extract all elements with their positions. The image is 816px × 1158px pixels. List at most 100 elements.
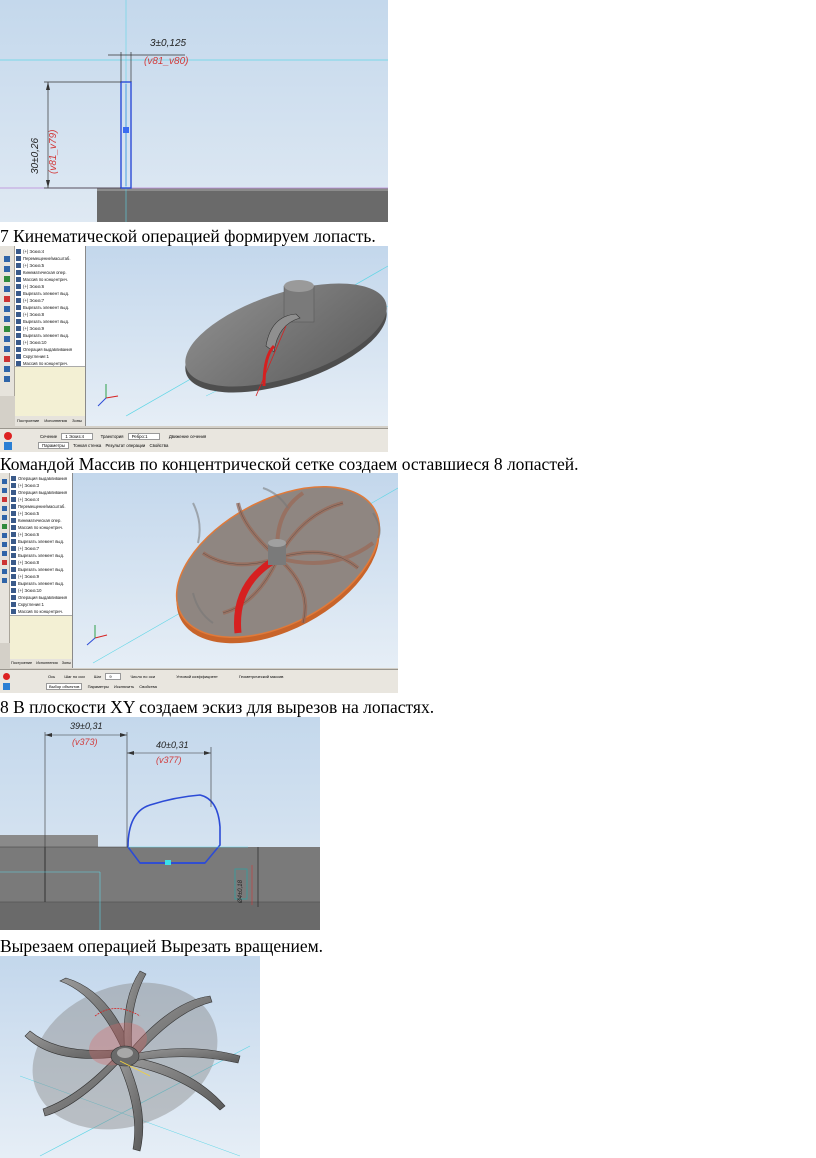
- tree-item[interactable]: Перемещение/масштаб.: [10, 503, 66, 510]
- tree-item-label: Вырезать элемент выд.: [23, 319, 70, 324]
- tree-item[interactable]: Вырезать элемент выд.: [10, 580, 64, 587]
- tree-item[interactable]: Массив по концентрич.: [15, 276, 68, 283]
- dimension-2-variable: (v377): [156, 755, 182, 765]
- tree-item[interactable]: (+) Эскиз:9: [10, 573, 39, 580]
- tree-item[interactable]: (+) Эскиз:6: [15, 283, 44, 290]
- feature-icon: [11, 609, 16, 614]
- param-tab-select-objects[interactable]: Выбор объектов: [46, 683, 83, 690]
- tree-item-label: (+) Эскиз:7: [23, 298, 45, 303]
- tree-item[interactable]: (+) Эскиз:7: [10, 545, 39, 552]
- tree-item-label: (+) Эскиз:10: [23, 340, 47, 345]
- tree-item[interactable]: Кинематическая опер.: [10, 517, 62, 524]
- param-tab-parameters[interactable]: Параметры: [88, 684, 109, 689]
- feature-icon: [11, 483, 16, 488]
- tab-construction[interactable]: Построение: [11, 661, 32, 665]
- tree-item[interactable]: Операция выдавливания: [10, 489, 67, 496]
- tree-item[interactable]: (+) Эскиз:7: [15, 297, 44, 304]
- feature-icon: [11, 504, 16, 509]
- trajectory-label: Траектория: [100, 434, 124, 439]
- tree-item[interactable]: (+) Эскиз:5: [15, 262, 44, 269]
- tree-item[interactable]: Вырезать элемент выд.: [10, 552, 64, 559]
- angle-coefficient-label: Угловой коэффициент: [176, 674, 218, 679]
- tree-item[interactable]: Вырезать элемент выд.: [15, 304, 69, 311]
- model-tree-panel: Операция выдавливания (+) Эскиз:3 Операция…: [10, 473, 73, 668]
- cad-window-screenshot-2: Операция выдавливания (+) Эскиз:3 Операция…: [0, 473, 398, 693]
- tree-item-label: Перемещение/масштаб.: [18, 504, 66, 509]
- tree-item-label: (+) Эскиз:5: [18, 511, 40, 516]
- tree-item-label: (+) Эскиз:3: [18, 483, 40, 488]
- tree-item[interactable]: (+) Эскиз:9: [15, 325, 44, 332]
- tree-item-label: Вырезать элемент выд.: [23, 305, 70, 310]
- tab-zones[interactable]: Зоны: [72, 418, 82, 423]
- feature-icon: [11, 518, 16, 523]
- param-tab-result[interactable]: Результат операции: [105, 443, 145, 448]
- tree-item-label: Операция выдавливания: [23, 347, 73, 352]
- model-tree-panel: (+) Эскиз:4 Перемещение/масштаб. (+) Эскиз…: [15, 246, 86, 426]
- tree-item[interactable]: Вырезать элемент выд.: [15, 332, 69, 339]
- tab-executions[interactable]: Исполнения: [36, 661, 57, 665]
- section-motion-label: Движение сечения: [168, 434, 207, 439]
- tree-item[interactable]: (+) Эскиз:5: [10, 510, 39, 517]
- tree-item[interactable]: (+) Эскиз:4: [10, 496, 39, 503]
- cad-window-screenshot-1: (+) Эскиз:4 Перемещение/масштаб. (+) Эскиз…: [0, 246, 388, 452]
- section-field[interactable]: 1 Эскиз:4: [61, 433, 94, 440]
- tree-item-label: (+) Эскиз:9: [18, 574, 40, 579]
- tree-item[interactable]: (+) Эскиз:10: [10, 587, 41, 594]
- tree-item[interactable]: (+) Эскиз:6: [10, 531, 39, 538]
- feature-icon: [16, 333, 21, 338]
- step-label: Шаг: [93, 674, 102, 679]
- feature-icon: [11, 567, 16, 572]
- stop-icon[interactable]: [4, 432, 12, 440]
- tree-item[interactable]: Вырезать элемент выд.: [10, 566, 64, 573]
- 3d-viewport[interactable]: [73, 473, 398, 668]
- feature-icon: [11, 490, 16, 495]
- tree-item[interactable]: Вырезать элемент выд.: [10, 538, 64, 545]
- tree-item[interactable]: Кинематическая опер.: [15, 269, 67, 276]
- tree-item[interactable]: Массив по концентрич.: [10, 608, 63, 615]
- feature-icon: [11, 511, 16, 516]
- param-tab-exclude[interactable]: Исключить: [114, 684, 134, 689]
- tree-item[interactable]: (+) Эскиз:8: [15, 311, 44, 318]
- geometric-array-label: Геометрический массив: [238, 674, 284, 679]
- tree-item-label: Вырезать элемент выд.: [18, 581, 65, 586]
- tree-item[interactable]: Операция выдавливания: [15, 346, 72, 353]
- feature-icon: [11, 595, 16, 600]
- tree-item[interactable]: (+) Эскиз:3: [10, 482, 39, 489]
- trajectory-field[interactable]: Ребро:1: [127, 433, 160, 440]
- tree-item[interactable]: Операция выдавливания: [10, 475, 67, 482]
- tree-item[interactable]: (+) Эскиз:8: [10, 559, 39, 566]
- tree-item[interactable]: Массив по концентрич.: [10, 524, 63, 531]
- tree-item-label: (+) Эскиз:7: [18, 546, 40, 551]
- tree-item-label: Массив по концентрич.: [18, 609, 63, 614]
- tree-item[interactable]: Вырезать элемент выд.: [15, 290, 69, 297]
- tree-item[interactable]: Перемещение/масштаб.: [15, 255, 71, 262]
- tree-item-label: Вырезать элемент выд.: [18, 539, 65, 544]
- tree-item[interactable]: Операция выдавливания: [10, 594, 67, 601]
- feature-icon: [11, 560, 16, 565]
- feature-icon: [16, 347, 21, 352]
- tree-item-label: (+) Эскиз:4: [18, 497, 40, 502]
- param-tab-properties[interactable]: Свойства: [150, 443, 169, 448]
- stop-icon[interactable]: [3, 673, 10, 680]
- tree-item[interactable]: Вырезать элемент выд.: [15, 318, 69, 325]
- feature-icon: [16, 305, 21, 310]
- count-field[interactable]: 9: [105, 673, 122, 680]
- tree-item[interactable]: Скругление:1: [10, 601, 44, 608]
- tree-item[interactable]: Скругление:1: [15, 353, 49, 360]
- 3d-viewport[interactable]: [86, 246, 388, 426]
- tree-item[interactable]: (+) Эскиз:4: [15, 248, 44, 255]
- step-7-caption: 7 Кинематической операцией формируем лоп…: [0, 226, 376, 246]
- height-dimension-label: 30±0,26: [30, 137, 41, 174]
- tree-item-label: (+) Эскиз:8: [23, 312, 45, 317]
- feature-icon: [11, 525, 16, 530]
- tab-zones[interactable]: Зоны: [62, 661, 71, 665]
- param-tab-properties[interactable]: Свойства: [139, 684, 157, 689]
- feature-icon: [16, 298, 21, 303]
- help-icon[interactable]: [4, 442, 12, 450]
- tab-construction[interactable]: Построение: [17, 418, 39, 423]
- help-icon[interactable]: [3, 683, 10, 690]
- param-tab-parameters[interactable]: Параметры: [38, 442, 69, 449]
- tree-item[interactable]: (+) Эскиз:10: [15, 339, 46, 346]
- param-tab-thin-wall[interactable]: Тонкая стенка: [73, 443, 101, 448]
- tab-executions[interactable]: Исполнения: [44, 418, 67, 423]
